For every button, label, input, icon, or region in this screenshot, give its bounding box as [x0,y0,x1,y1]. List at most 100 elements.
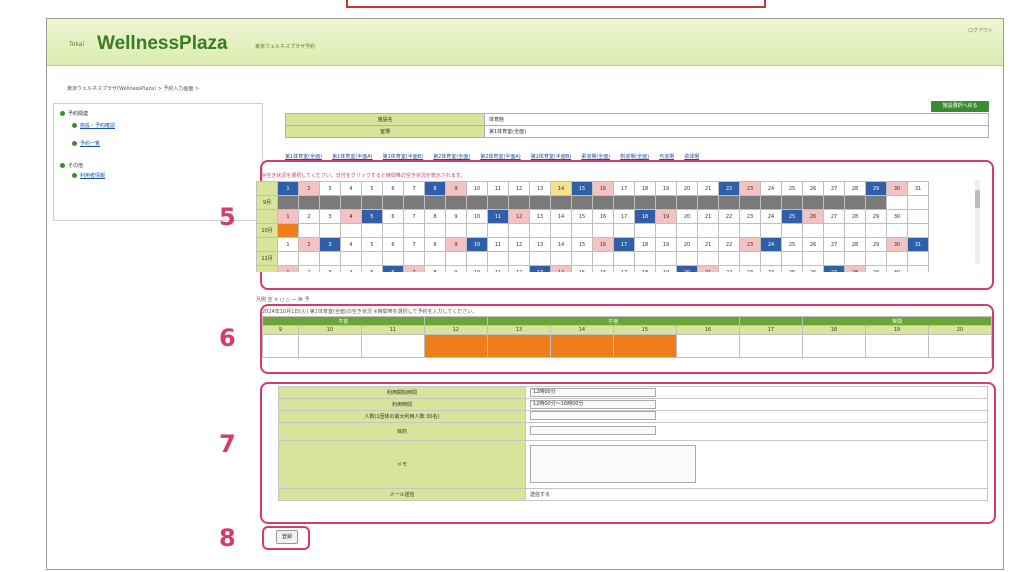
calendar-day-cell[interactable] [340,251,362,266]
time-slot-selected[interactable] [486,334,551,358]
calendar-day-cell[interactable]: 9 [445,237,467,252]
calendar-day-cell[interactable] [802,195,824,210]
time-slot[interactable] [675,334,740,358]
calendar-day-cell[interactable]: 1 [277,181,299,196]
calendar-day-cell[interactable]: 27 [823,181,845,196]
calendar-day-cell[interactable] [865,251,887,266]
calendar-day-cell[interactable] [907,195,929,210]
calendar-day-cell[interactable]: 4 [340,237,362,252]
calendar-day-cell[interactable]: 3 [319,181,341,196]
calendar-day-cell[interactable] [613,251,635,266]
calendar-day-cell[interactable] [613,223,635,238]
duration-select[interactable]: 12時00分〜16時00分 [530,400,656,409]
calendar-day-cell[interactable] [319,251,341,266]
calendar-day-cell[interactable]: 9 [445,209,467,224]
calendar-day-cell[interactable] [466,223,488,238]
time-slot[interactable] [801,334,866,358]
calendar-day-cell[interactable] [718,195,740,210]
calendar-day-cell[interactable] [823,195,845,210]
calendar-day-cell[interactable]: 14 [550,181,572,196]
calendar-day-cell[interactable] [424,251,446,266]
calendar-day-cell[interactable]: 18 [634,265,656,272]
calendar-day-cell[interactable] [550,223,572,238]
calendar-day-cell[interactable]: 4 [340,209,362,224]
calendar-day-cell[interactable] [697,251,719,266]
calendar-day-cell[interactable]: 15 [571,265,593,272]
calendar-day-cell[interactable] [319,223,341,238]
calendar-day-cell[interactable]: 24 [760,181,782,196]
calendar-day-cell[interactable]: 25 [781,237,803,252]
calendar-day-cell[interactable]: 15 [571,181,593,196]
calendar-day-cell[interactable]: 7 [403,209,425,224]
calendar-day-cell[interactable] [907,223,929,238]
calendar-day-cell[interactable]: 7 [403,265,425,272]
time-slot-selected[interactable] [612,334,677,358]
calendar-day-cell[interactable]: 19 [655,237,677,252]
back-to-facility-button[interactable]: 施設選択へ戻る [931,101,989,112]
calendar-day-cell[interactable] [739,223,761,238]
time-slot[interactable] [297,334,362,358]
calendar-day-cell[interactable] [445,251,467,266]
calendar-day-cell[interactable]: 28 [844,181,866,196]
calendar-day-cell[interactable]: 11 [487,209,509,224]
calendar-day-cell[interactable]: 6 [382,181,404,196]
calendar-day-cell[interactable] [550,251,572,266]
calendar-day-cell[interactable] [907,265,929,272]
calendar-day-cell[interactable]: 22 [718,181,740,196]
calendar-day-cell[interactable] [487,251,509,266]
calendar-day-cell[interactable]: 6 [382,209,404,224]
submit-button[interactable]: 登録 [276,530,298,544]
time-slot[interactable] [360,334,425,358]
calendar-day-cell[interactable] [571,195,593,210]
calendar-day-cell[interactable]: 24 [760,237,782,252]
calendar-day-cell[interactable] [592,223,614,238]
calendar-day-cell[interactable] [403,223,425,238]
calendar-day-cell[interactable] [571,251,593,266]
time-slot[interactable] [738,334,803,358]
calendar-day-cell[interactable]: 30 [886,237,908,252]
calendar-day-cell[interactable] [361,195,383,210]
calendar-day-cell[interactable]: 22 [718,237,740,252]
calendar-day-cell[interactable] [697,223,719,238]
calendar-day-cell[interactable]: 5 [361,181,383,196]
calendar-day-cell[interactable]: 3 [319,237,341,252]
calendar-day-cell[interactable] [403,195,425,210]
calendar-day-cell[interactable] [802,251,824,266]
calendar-day-cell[interactable]: 12 [508,181,530,196]
calendar-day-cell[interactable] [487,195,509,210]
calendar-day-cell[interactable] [361,251,383,266]
calendar-day-cell[interactable]: 15 [571,237,593,252]
scrollbar-thumb[interactable] [975,190,980,208]
calendar-day-cell[interactable] [907,251,929,266]
calendar-day-cell[interactable]: 15 [571,209,593,224]
calendar-day-cell[interactable] [676,195,698,210]
email-send-checkbox[interactable]: 送信する [525,488,988,501]
calendar-day-cell[interactable]: 2 [298,209,320,224]
calendar-day-cell[interactable] [340,195,362,210]
time-slot[interactable] [864,334,929,358]
people-count-input[interactable] [530,411,656,420]
time-slot-selected[interactable] [423,334,488,358]
calendar-day-cell[interactable] [823,251,845,266]
calendar-day-cell[interactable] [781,223,803,238]
calendar-day-cell[interactable] [634,195,656,210]
calendar-day-cell[interactable]: 12 [508,265,530,272]
calendar-day-cell[interactable]: 28 [844,237,866,252]
calendar-day-cell[interactable] [718,223,740,238]
calendar-day-cell[interactable]: 29 [865,265,887,272]
calendar-day-cell[interactable] [382,223,404,238]
calendar-day-cell[interactable]: 13 [529,209,551,224]
calendar-day-cell[interactable] [655,251,677,266]
calendar-day-cell[interactable]: 29 [865,181,887,196]
calendar-day-cell[interactable] [760,251,782,266]
calendar-day-cell[interactable]: 13 [529,181,551,196]
sidebar-item-user-info[interactable]: 利用者情報 [72,172,105,179]
time-slot-selected[interactable] [549,334,614,358]
time-slot[interactable] [262,334,299,358]
calendar-day-cell[interactable]: 3 [319,265,341,272]
calendar-day-cell[interactable]: 20 [676,237,698,252]
calendar-day-cell[interactable]: 20 [676,209,698,224]
calendar-day-cell[interactable]: 6 [382,237,404,252]
calendar-day-cell[interactable] [319,195,341,210]
calendar-day-cell[interactable]: 18 [634,209,656,224]
